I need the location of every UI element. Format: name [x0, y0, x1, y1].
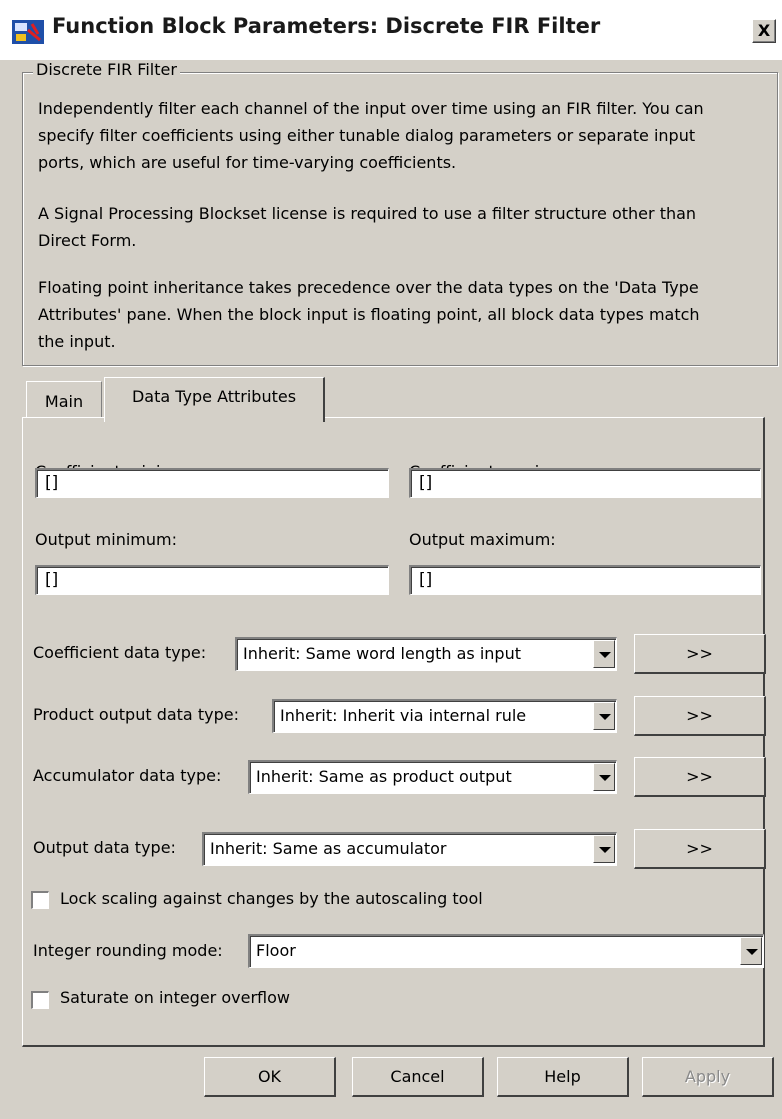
coefficient-minimum-input[interactable]: [] [35, 468, 389, 498]
description-line: Floating point inheritance takes precede… [38, 278, 699, 297]
ok-button[interactable]: OK [204, 1057, 336, 1097]
chevron-down-icon[interactable] [593, 640, 615, 668]
chevron-down-icon[interactable] [593, 763, 615, 791]
description-line: Direct Form. [38, 231, 137, 250]
tab-data-type-attributes[interactable]: Data Type Attributes [104, 377, 325, 422]
accumulator-data-type-assistant-button[interactable]: >> [634, 757, 766, 797]
lock-scaling-checkbox[interactable] [31, 891, 49, 909]
description-paragraph-1: Independently filter each channel of the… [38, 95, 768, 176]
output-minimum-input[interactable]: [] [35, 565, 389, 595]
dialog-window: Function Block Parameters: Discrete FIR … [0, 0, 782, 1119]
output-data-type-label: Output data type: [33, 838, 176, 857]
window-title: Function Block Parameters: Discrete FIR … [52, 14, 601, 38]
chevron-down-icon[interactable] [740, 937, 762, 965]
dropdown-value: Inherit: Same word length as input [243, 644, 521, 663]
group-legend: Discrete FIR Filter [33, 60, 180, 79]
description-line: ports, which are useful for time-varying… [38, 153, 457, 172]
product-output-data-type-assistant-button[interactable]: >> [634, 696, 766, 736]
cancel-button[interactable]: Cancel [352, 1057, 484, 1097]
product-output-data-type-label: Product output data type: [33, 705, 239, 724]
integer-rounding-mode-dropdown[interactable]: Floor [248, 934, 764, 968]
close-button[interactable]: X [752, 19, 776, 43]
product-output-data-type-dropdown[interactable]: Inherit: Inherit via internal rule [272, 699, 617, 733]
coefficient-data-type-assistant-button[interactable]: >> [634, 634, 766, 674]
simulink-block-icon [12, 20, 44, 44]
description-paragraph-2: A Signal Processing Blockset license is … [38, 200, 768, 254]
saturate-label: Saturate on integer overflow [60, 988, 290, 1007]
description-line: A Signal Processing Blockset license is … [38, 204, 697, 223]
output-maximum-input[interactable]: [] [409, 565, 761, 595]
description-paragraph-3: Floating point inheritance takes precede… [38, 274, 768, 355]
description-line: the input. [38, 332, 116, 351]
output-maximum-label: Output maximum: [409, 530, 556, 549]
dropdown-value: Floor [256, 941, 296, 960]
saturate-checkbox[interactable] [31, 991, 49, 1009]
dropdown-value: Inherit: Same as accumulator [210, 839, 447, 858]
integer-rounding-mode-label: Integer rounding mode: [33, 941, 223, 960]
lock-scaling-label: Lock scaling against changes by the auto… [60, 889, 483, 908]
description-line: Attributes' pane. When the block input i… [38, 305, 700, 324]
accumulator-data-type-dropdown[interactable]: Inherit: Same as product output [248, 760, 617, 794]
dropdown-value: Inherit: Inherit via internal rule [280, 706, 527, 725]
accumulator-data-type-label: Accumulator data type: [33, 766, 222, 785]
title-bar: Function Block Parameters: Discrete FIR … [0, 0, 782, 60]
coefficient-maximum-input[interactable]: [] [409, 468, 761, 498]
chevron-down-icon[interactable] [593, 835, 615, 863]
coefficient-data-type-label: Coefficient data type: [33, 643, 207, 662]
output-minimum-label: Output minimum: [35, 530, 177, 549]
coefficient-data-type-dropdown[interactable]: Inherit: Same word length as input [235, 637, 617, 671]
description-line: specify filter coefficients using either… [38, 126, 696, 145]
output-data-type-dropdown[interactable]: Inherit: Same as accumulator [202, 832, 617, 866]
apply-button[interactable]: Apply [642, 1057, 774, 1097]
tab-main[interactable]: Main [26, 381, 102, 418]
help-button[interactable]: Help [497, 1057, 629, 1097]
dropdown-value: Inherit: Same as product output [256, 767, 512, 786]
description-line: Independently filter each channel of the… [38, 99, 704, 118]
output-data-type-assistant-button[interactable]: >> [634, 829, 766, 869]
chevron-down-icon[interactable] [593, 702, 615, 730]
